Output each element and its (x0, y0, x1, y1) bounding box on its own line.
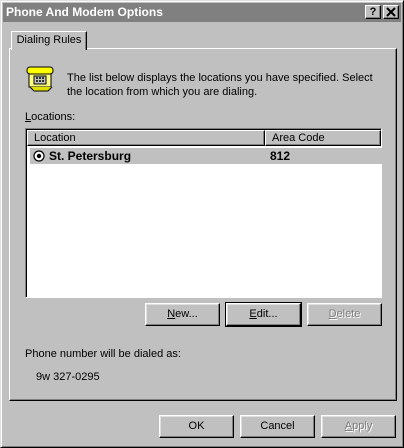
column-header-area-code[interactable]: Area Code (265, 130, 381, 146)
column-header-location[interactable]: Location (27, 130, 265, 146)
close-button[interactable] (383, 5, 399, 19)
title-bar[interactable]: Phone And Modem Options ? (3, 3, 401, 22)
dial-number: 9w 327-0295 (36, 371, 100, 383)
edit-button[interactable]: Edit... (225, 302, 302, 327)
telephone-icon (26, 66, 54, 92)
close-icon (386, 7, 396, 17)
cancel-button[interactable]: Cancel (240, 415, 315, 438)
selected-radio-icon (33, 150, 45, 162)
locations-label: Locations: (25, 111, 76, 123)
apply-button[interactable]: Apply (321, 415, 396, 438)
dialing-rules-description: The list below displays the locations yo… (67, 72, 373, 98)
locations-list[interactable]: Location Area Code St. Petersburg 812 (25, 128, 388, 298)
delete-button[interactable]: Delete (307, 303, 382, 326)
list-item[interactable]: St. Petersburg 812 (30, 148, 388, 164)
window-title: Phone And Modem Options (6, 5, 163, 19)
help-button[interactable]: ? (365, 5, 381, 19)
location-name: St. Petersburg (49, 149, 132, 163)
dial-as-label: Phone number will be dialed as: (25, 348, 181, 360)
location-area-code: 812 (270, 149, 291, 163)
dialog-window: Phone And Modem Options ? Dialing Rules … (0, 0, 404, 448)
ok-button[interactable]: OK (159, 415, 234, 438)
new-button[interactable]: New... (145, 303, 220, 326)
tab-dialing-rules[interactable]: Dialing Rules (11, 31, 87, 50)
